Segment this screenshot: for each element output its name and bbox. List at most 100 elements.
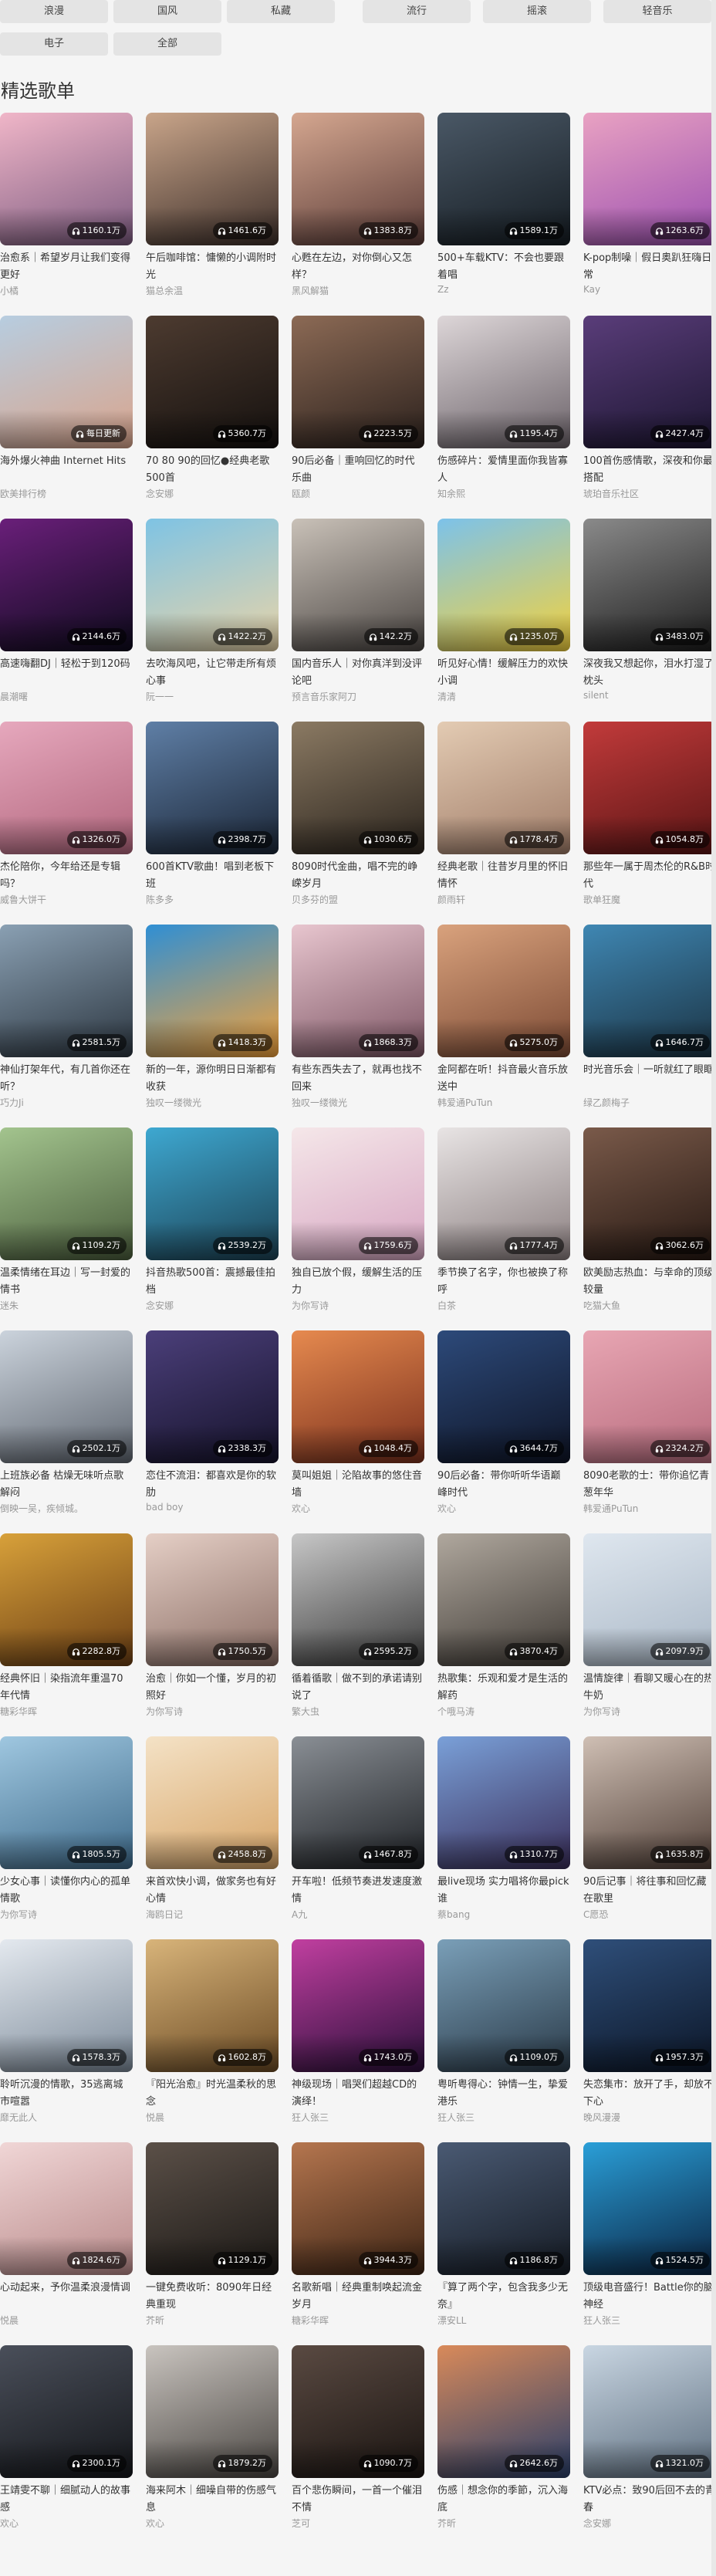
playlist-title[interactable]: 午后咖啡馆：慵懒的小调附时光 xyxy=(146,250,279,284)
playlist-creator[interactable]: 欢心 xyxy=(0,2517,133,2530)
playlist-card[interactable]: 1422.2万 去吹海风吧，让它带走所有烦心事 阮一一 xyxy=(146,519,279,710)
playlist-title[interactable]: 海外爆火神曲 Internet Hits xyxy=(0,453,133,470)
playlist-creator[interactable]: A九 xyxy=(292,1908,424,1921)
playlist-cover[interactable]: 1310.7万 xyxy=(437,1736,570,1869)
playlist-title[interactable]: KTV必点：致90后回不去的青春 xyxy=(583,2483,716,2517)
playlist-title[interactable]: 600首KTV歌曲！唱到老板下班 xyxy=(146,859,279,893)
playlist-cover[interactable]: 1524.5万 xyxy=(583,2142,716,2275)
playlist-card[interactable]: 1879.2万 海来阿木｜细噪自带的伤感气息 欢心 xyxy=(146,2345,279,2537)
playlist-card[interactable]: 2502.1万 上班族必备 枯燥无味听点歌解闷 倒映一吴，疾倾城。 xyxy=(0,1330,133,1522)
playlist-creator[interactable]: 巧力Ji xyxy=(0,1096,133,1109)
playlist-creator[interactable]: 繁大虫 xyxy=(292,1705,424,1718)
playlist-creator[interactable]: 芥昕 xyxy=(146,2314,279,2327)
playlist-title[interactable]: 来首欢快小调，做家务也有好心情 xyxy=(146,1874,279,1908)
playlist-card[interactable]: 1235.0万 听见好心情！缓解压力的欢快小调 清清 xyxy=(437,519,570,710)
tab-摇滚[interactable]: 摇滚 xyxy=(483,0,591,23)
playlist-card[interactable]: 1195.4万 伤感碎片：爱情里面你我皆寡人 知余熙 xyxy=(437,316,570,507)
playlist-creator[interactable]: 欧美排行榜 xyxy=(0,487,133,500)
playlist-creator[interactable]: 芥昕 xyxy=(437,2517,570,2530)
playlist-cover[interactable]: 2324.2万 xyxy=(583,1330,716,1463)
playlist-creator[interactable]: 欢心 xyxy=(146,2517,279,2530)
playlist-cover[interactable]: 1879.2万 xyxy=(146,2345,279,2478)
playlist-title[interactable]: 恋住不流泪：都喜欢是你的软肋 xyxy=(146,1468,279,1502)
playlist-card[interactable]: 1109.0万 粤听粤得心：钟情一生，挚爱港乐 狂人张三 xyxy=(437,1939,570,2131)
playlist-creator[interactable]: 狂人张三 xyxy=(292,2111,424,2124)
playlist-cover[interactable]: 1635.8万 xyxy=(583,1736,716,1869)
playlist-title[interactable]: 少女心事｜读懂你内心的孤单情歌 xyxy=(0,1874,133,1908)
playlist-creator[interactable]: 瓯颜 xyxy=(292,487,424,500)
playlist-creator[interactable]: 黑风解猫 xyxy=(292,284,424,297)
playlist-title[interactable]: 去吹海风吧，让它带走所有烦心事 xyxy=(146,656,279,690)
playlist-title[interactable]: 那些年一属于周杰伦的R&B时代 xyxy=(583,859,716,893)
playlist-cover[interactable]: 1589.1万 xyxy=(437,113,570,245)
playlist-cover[interactable]: 1326.0万 xyxy=(0,722,133,854)
playlist-title[interactable]: 新的一年，源你明日日渐都有收获 xyxy=(146,1062,279,1096)
playlist-creator[interactable]: 韩爱通PuTun xyxy=(583,1502,716,1515)
playlist-cover[interactable]: 1467.8万 xyxy=(292,1736,424,1869)
playlist-card[interactable]: 1777.4万 季节换了名字，你也被换了称呼 白茶 xyxy=(437,1127,570,1319)
playlist-creator[interactable]: 小橘 xyxy=(0,284,133,297)
playlist-cover[interactable]: 1195.4万 xyxy=(437,316,570,448)
tab-电子[interactable]: 电子 xyxy=(0,32,108,56)
playlist-title[interactable]: 时光音乐会｜一听就红了眼眶 xyxy=(583,1062,716,1079)
playlist-card[interactable]: 2458.8万 来首欢快小调，做家务也有好心情 海鸥日记 xyxy=(146,1736,279,1928)
playlist-creator[interactable]: 猫总余温 xyxy=(146,284,279,297)
playlist-card[interactable]: 5360.7万 70 80 90的回忆●经典老歌500首 念安娜 xyxy=(146,316,279,507)
playlist-cover[interactable]: 2427.4万 xyxy=(583,316,716,448)
playlist-creator[interactable]: C愿恐 xyxy=(583,1908,716,1921)
playlist-title[interactable]: 8090老歌的士：带你追忆青葱年华 xyxy=(583,1468,716,1502)
playlist-card[interactable]: 1868.3万 有些东西失去了，就再也找不回来 独叹一缕微光 xyxy=(292,925,424,1116)
playlist-card[interactable]: 1326.0万 杰伦陪你，今年给还是专辑吗？ 威鲁大饼干 xyxy=(0,722,133,913)
playlist-title[interactable]: 高速嗨翻DJ｜轻松于到120码 xyxy=(0,656,133,673)
playlist-title[interactable]: 深夜我又想起你，泪水打湿了枕头 xyxy=(583,656,716,690)
playlist-cover[interactable]: 2097.9万 xyxy=(583,1533,716,1666)
playlist-cover[interactable]: 3870.4万 xyxy=(437,1533,570,1666)
playlist-cover[interactable]: 1263.6万 xyxy=(583,113,716,245)
playlist-cover[interactable]: 1805.5万 xyxy=(0,1736,133,1869)
playlist-cover[interactable]: 1186.8万 xyxy=(437,2142,570,2275)
playlist-cover[interactable]: 5360.7万 xyxy=(146,316,279,448)
playlist-card[interactable]: 2595.2万 循着循歌｜做不到的承诺请别说了 繁大虫 xyxy=(292,1533,424,1725)
playlist-title[interactable]: 治愈｜你如一个懂，岁月的初照好 xyxy=(146,1671,279,1705)
playlist-title[interactable]: 温情旋律｜看聊又暖心在的热牛奶 xyxy=(583,1671,716,1705)
playlist-card[interactable]: 2427.4万 100首伤感情歌，深夜和你最搭配 琥珀音乐社区 xyxy=(583,316,716,507)
playlist-creator[interactable]: Kay xyxy=(583,284,716,295)
playlist-title[interactable]: 伤感碎片：爱情里面你我皆寡人 xyxy=(437,453,570,487)
playlist-cover[interactable]: 3944.3万 xyxy=(292,2142,424,2275)
playlist-title[interactable]: 神仙打架年代，有几首你还在听？ xyxy=(0,1062,133,1096)
playlist-cover[interactable]: 2144.6万 xyxy=(0,519,133,651)
playlist-title[interactable]: 有些东西失去了，就再也找不回来 xyxy=(292,1062,424,1096)
playlist-card[interactable]: 2282.8万 经典怀旧｜染指流年重温70年代情 糖彩华晖 xyxy=(0,1533,133,1725)
playlist-title[interactable]: 百个悲伤瞬间，一首一个催泪不情 xyxy=(292,2483,424,2517)
playlist-card[interactable]: 2581.5万 神仙打架年代，有几首你还在听？ 巧力Ji xyxy=(0,925,133,1116)
playlist-cover[interactable]: 1090.7万 xyxy=(292,2345,424,2478)
playlist-cover[interactable]: 1235.0万 xyxy=(437,519,570,651)
playlist-card[interactable]: 1310.7万 最live现场 实力唱将你最pick谁 蔡bang xyxy=(437,1736,570,1928)
playlist-card[interactable]: 1263.6万 K-pop制噪｜假日奥趴狂嗨日常 Kay xyxy=(583,113,716,304)
playlist-card[interactable]: 1030.6万 8090时代金曲，唱不完的峥嵘岁月 贝多芬的盟 xyxy=(292,722,424,913)
playlist-title[interactable]: 莫叫姐姐｜沦陷故事的悠住音墙 xyxy=(292,1468,424,1502)
playlist-creator[interactable]: bad boy xyxy=(146,1502,279,1513)
playlist-creator[interactable]: 欢心 xyxy=(292,1502,424,1515)
playlist-title[interactable]: 90后必备｜重响回忆的时代乐曲 xyxy=(292,453,424,487)
playlist-title[interactable]: 上班族必备 枯燥无味听点歌解闷 xyxy=(0,1468,133,1502)
playlist-card[interactable]: 1129.1万 一键免费收听：8090年日经典重现 芥昕 xyxy=(146,2142,279,2334)
playlist-card[interactable]: 1957.3万 失恋集市：放开了手，却放不下心 晚风漫漫 xyxy=(583,1939,716,2131)
playlist-creator[interactable]: 琥珀音乐社区 xyxy=(583,487,716,500)
playlist-title[interactable]: 神级现场｜唱哭们超越CD的演绎！ xyxy=(292,2077,424,2111)
tab-私藏[interactable]: 私藏 xyxy=(227,0,335,23)
playlist-title[interactable]: 90后记事｜将往事和回忆藏在歌里 xyxy=(583,1874,716,1908)
playlist-title[interactable]: 90后必备：带你听听华语巅峰时代 xyxy=(437,1468,570,1502)
playlist-creator[interactable]: 韩爱通PuTun xyxy=(437,1096,570,1109)
playlist-card[interactable]: 1759.6万 独自已放个假，缓解生活的压力 为你写诗 xyxy=(292,1127,424,1319)
playlist-cover[interactable]: 1778.4万 xyxy=(437,722,570,854)
playlist-creator[interactable]: 独叹一缕微光 xyxy=(292,1096,424,1109)
playlist-creator[interactable]: 悦晨 xyxy=(146,2111,279,2124)
playlist-creator[interactable]: 狂人张三 xyxy=(583,2314,716,2327)
playlist-card[interactable]: 2642.6万 伤感｜想念你的季節，沉入海底 芥昕 xyxy=(437,2345,570,2537)
playlist-title[interactable]: 欧美励志热血：与幸命的顶级较量 xyxy=(583,1265,716,1299)
playlist-title[interactable]: 最live现场 实力唱将你最pick谁 xyxy=(437,1874,570,1908)
playlist-card[interactable]: 1418.3万 新的一年，源你明日日渐都有收获 独叹一缕微光 xyxy=(146,925,279,1116)
playlist-card[interactable]: 2539.2万 抖音热歌500首：震撼最佳拍档 念安娜 xyxy=(146,1127,279,1319)
playlist-title[interactable]: 名歌新唱｜经典重制唤起流金岁月 xyxy=(292,2280,424,2314)
